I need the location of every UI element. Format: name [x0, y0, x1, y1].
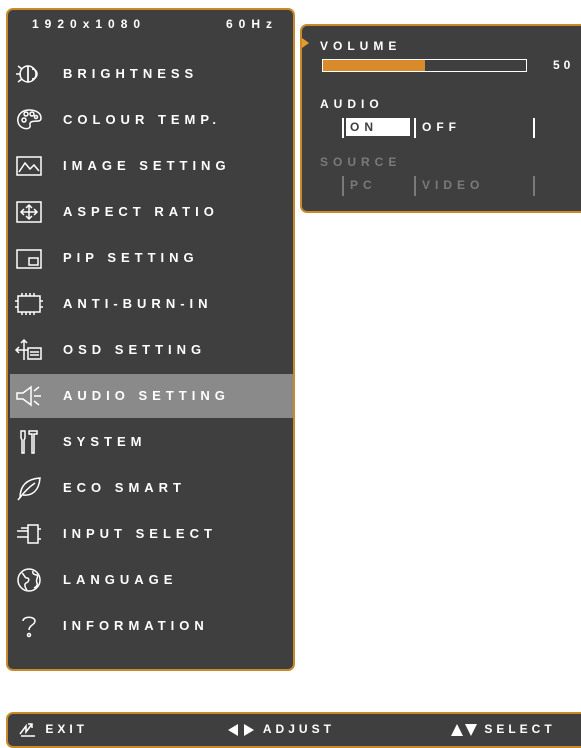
- image-icon: [14, 152, 44, 180]
- select-hint[interactable]: SELECT: [451, 722, 556, 737]
- source-options: PC VIDEO: [342, 176, 552, 196]
- pip-icon: [14, 244, 44, 272]
- adjust-label: ADJUST: [262, 722, 335, 736]
- menu-item-aspect-ratio[interactable]: ASPECT RATIO: [10, 190, 293, 234]
- exit-label: EXIT: [45, 722, 89, 737]
- menu-label-system: SYSTEM: [63, 434, 147, 449]
- question-icon: [14, 612, 44, 640]
- leaf-icon: [14, 474, 44, 502]
- menu-item-audio-setting[interactable]: AUDIO SETTING: [10, 374, 293, 418]
- main-menu: 1920x1080 60Hz BRIGHTNESS COLOUR TEMP. I…: [6, 8, 295, 671]
- menu-label-osd-setting: OSD SETTING: [63, 342, 207, 357]
- menu-item-image-setting[interactable]: IMAGE SETTING: [10, 144, 293, 188]
- left-right-arrows-icon: [228, 722, 256, 736]
- menu-item-information[interactable]: INFORMATION: [10, 604, 293, 648]
- menu-label-language: LANGUAGE: [63, 572, 178, 587]
- volume-slider[interactable]: [322, 59, 527, 72]
- menu-item-colour-temp[interactable]: COLOUR TEMP.: [10, 98, 293, 142]
- up-down-arrows-icon: [451, 722, 477, 736]
- menu-item-brightness[interactable]: BRIGHTNESS: [10, 52, 293, 96]
- exit-icon: [18, 722, 38, 737]
- menu-item-input-select[interactable]: INPUT SELECT: [10, 512, 293, 556]
- speaker-icon: [14, 382, 44, 410]
- volume-slider-fill: [323, 60, 425, 71]
- exit-hint[interactable]: EXIT: [18, 722, 88, 738]
- select-label: SELECT: [484, 722, 556, 736]
- brightness-icon: [14, 60, 44, 88]
- menu-label-colour-temp: COLOUR TEMP.: [63, 112, 221, 127]
- source-label: SOURCE: [320, 155, 402, 169]
- adjust-hint[interactable]: ADJUST: [228, 722, 335, 737]
- palette-icon: [14, 106, 44, 134]
- menu-item-osd-setting[interactable]: OSD SETTING: [10, 328, 293, 372]
- menu-label-image-setting: IMAGE SETTING: [63, 158, 231, 173]
- menu-label-aspect-ratio: ASPECT RATIO: [63, 204, 219, 219]
- menu-label-brightness: BRIGHTNESS: [63, 66, 199, 81]
- source-pc-option: PC: [350, 178, 377, 192]
- volume-value: 50: [553, 58, 575, 72]
- audio-on-option[interactable]: ON: [346, 118, 410, 136]
- menu-item-eco-smart[interactable]: ECO SMART: [10, 466, 293, 510]
- input-icon: [14, 520, 44, 548]
- menu-item-anti-burn-in[interactable]: ANTI-BURN-IN: [10, 282, 293, 326]
- chip-icon: [14, 290, 44, 318]
- refresh-rate-label: 60Hz: [226, 17, 279, 31]
- menu-label-pip-setting: PIP SETTING: [63, 250, 199, 265]
- selection-pointer-icon: [302, 38, 309, 48]
- audio-submenu: VOLUME 50 AUDIO ON OFF SOURCE PC VIDEO: [300, 24, 581, 213]
- osd-icon: [14, 336, 44, 364]
- source-video-option: VIDEO: [422, 178, 485, 192]
- menu-label-eco-smart: ECO SMART: [63, 480, 186, 495]
- option-separator: [533, 118, 535, 138]
- menu-label-anti-burn-in: ANTI-BURN-IN: [63, 296, 213, 311]
- audio-options: ON OFF: [342, 118, 552, 138]
- footer-bar: EXIT ADJUST SELECT: [6, 712, 581, 748]
- menu-label-audio-setting: AUDIO SETTING: [63, 388, 230, 403]
- menu-label-information: INFORMATION: [63, 618, 209, 633]
- menu-header: 1920x1080 60Hz: [8, 10, 293, 44]
- menu-item-pip-setting[interactable]: PIP SETTING: [10, 236, 293, 280]
- option-separator: [414, 118, 416, 138]
- option-separator: [414, 176, 416, 196]
- menu-label-input-select: INPUT SELECT: [63, 526, 217, 541]
- option-separator: [342, 118, 344, 138]
- audio-off-option[interactable]: OFF: [422, 118, 461, 136]
- volume-label: VOLUME: [320, 39, 402, 53]
- menu-item-system[interactable]: SYSTEM: [10, 420, 293, 464]
- audio-label: AUDIO: [320, 97, 384, 111]
- globe-icon: [14, 566, 44, 594]
- option-separator: [533, 176, 535, 196]
- aspect-icon: [14, 198, 44, 226]
- resolution-label: 1920x1080: [32, 17, 147, 31]
- option-separator: [342, 176, 344, 196]
- menu-item-language[interactable]: LANGUAGE: [10, 558, 293, 602]
- tools-icon: [14, 428, 44, 456]
